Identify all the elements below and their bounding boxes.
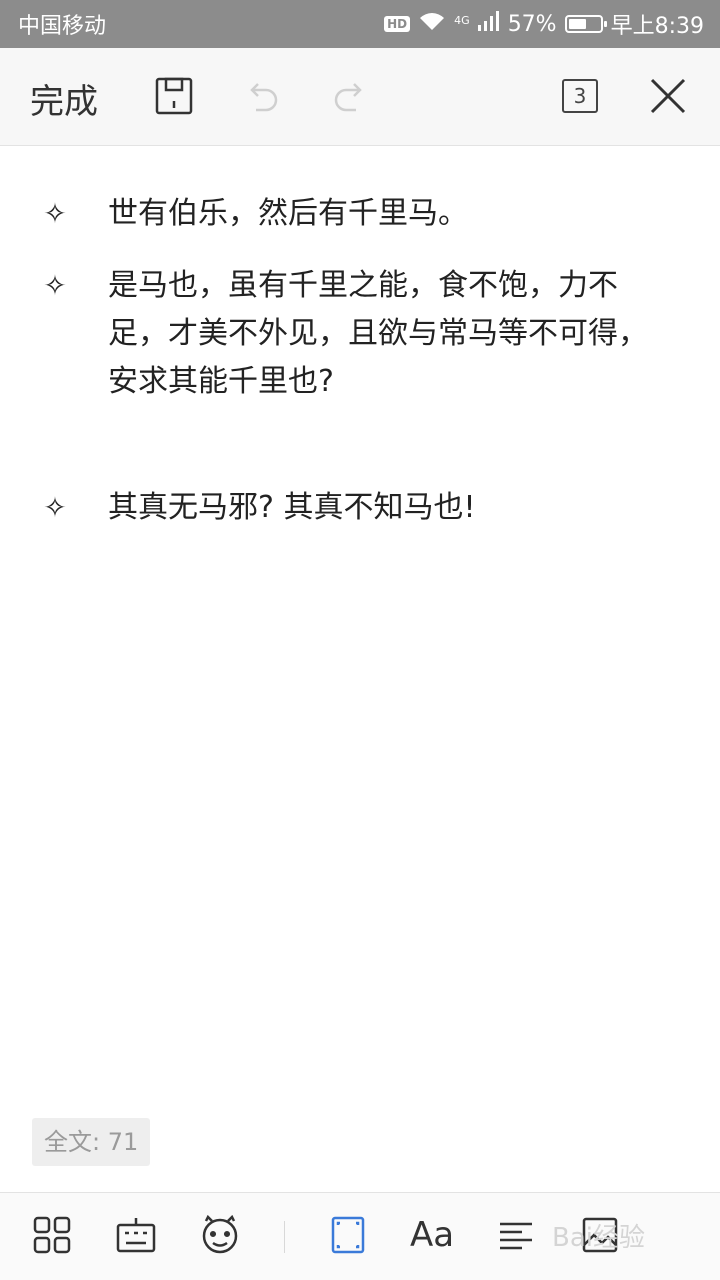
text-line: 安求其能千里也? [108,364,334,399]
text-line: 其真无马邪? 其真不知马也! [108,490,476,525]
close-icon[interactable] [646,74,690,118]
done-button[interactable]: 完成 [30,74,98,123]
clock: 早上8:39 [610,14,704,39]
undo-icon[interactable] [240,74,284,118]
list-item-text[interactable]: 是马也，虽有千里之能，食不饱，力不 足，才美不外见，且欲与常马等不可得， 安求其… [108,262,698,406]
status-bar: 中国移动 HD 4G 57% 早上8:39 [0,0,720,48]
apps-icon[interactable] [30,1213,74,1257]
network-type: 4G [454,14,470,27]
frame-icon[interactable] [326,1213,370,1257]
wifi-icon [418,10,446,38]
list-item-text[interactable]: 其真无马邪? 其真不知马也! [108,484,698,532]
bottom-toolbar: Aa Bai经验 [0,1192,720,1280]
word-count-badge: 全文: 71 [32,1118,151,1166]
page-count-badge[interactable]: 3 [562,79,598,113]
emoji-icon[interactable] [198,1213,242,1257]
signal-icon [477,11,500,37]
bullet-icon: ✧ [43,197,67,230]
keyboard-icon[interactable] [114,1213,158,1257]
toolbar-divider [284,1221,285,1253]
align-icon[interactable] [494,1213,538,1257]
editor-toolbar: 完成 3 [0,48,720,146]
text-line: 是马也，虽有千里之能，食不饱，力不 [108,268,618,303]
save-icon[interactable] [152,74,196,118]
status-indicators: HD 4G 57% 早上8:39 [384,8,704,40]
font-icon[interactable]: Aa [410,1213,454,1257]
text-line: 足，才美不外见，且欲与常马等不可得， [108,316,648,351]
text-line: 世有伯乐，然后有千里马。 [108,196,468,231]
battery-percent: 57% [507,11,557,37]
hd-badge: HD [384,16,411,32]
watermark-logo: Bai经验 [552,1223,645,1253]
bullet-icon: ✧ [43,491,67,524]
battery-fill [568,19,586,29]
bullet-icon: ✧ [43,269,67,302]
list-item-text[interactable]: 世有伯乐，然后有千里马。 [108,190,698,238]
battery-icon [564,15,607,33]
carrier-name: 中国移动 [18,14,107,39]
redo-icon[interactable] [328,74,372,118]
